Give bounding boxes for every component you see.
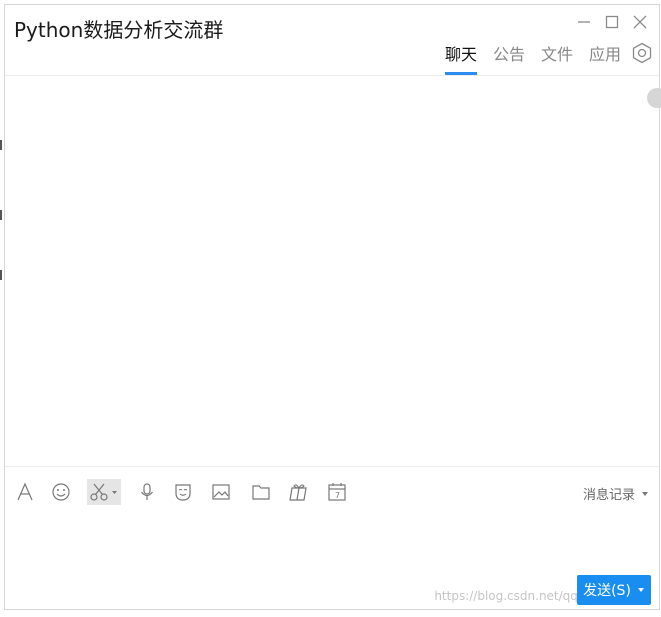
font-icon[interactable] xyxy=(13,479,37,505)
tab-chat[interactable]: 聊天 xyxy=(444,41,477,75)
minimize-button[interactable] xyxy=(575,13,593,31)
scroll-handle[interactable] xyxy=(647,88,661,108)
emoji-icon[interactable] xyxy=(49,479,73,505)
folder-icon[interactable] xyxy=(249,479,273,505)
tab-files[interactable]: 文件 xyxy=(541,41,573,75)
chevron-down-icon xyxy=(642,491,648,496)
send-label: 发送(S) xyxy=(583,583,631,599)
chat-window: Python数据分析交流群 聊天 公告 文件 应用 7 消息记录 https:/… xyxy=(4,4,661,611)
svg-text:7: 7 xyxy=(335,491,340,500)
title-bar: Python数据分析交流群 聊天 公告 文件 应用 xyxy=(5,5,659,76)
tab-announcement[interactable]: 公告 xyxy=(493,41,525,75)
calendar-icon[interactable]: 7 xyxy=(325,479,349,505)
edge-mark xyxy=(0,140,2,150)
window-title: Python数据分析交流群 xyxy=(14,18,224,42)
edge-mark xyxy=(0,210,2,220)
window-controls xyxy=(575,13,649,31)
input-toolbar: 7 消息记录 xyxy=(5,466,659,517)
message-area[interactable] xyxy=(5,76,661,466)
sticker-icon[interactable] xyxy=(171,479,195,505)
maximize-button[interactable] xyxy=(603,13,621,31)
message-input[interactable]: https://blog.csdn.net/qq_31331027 发送(S) xyxy=(5,517,659,611)
chat-tabs: 聊天 公告 文件 应用 xyxy=(429,41,653,75)
image-icon[interactable] xyxy=(209,479,233,505)
close-button[interactable] xyxy=(631,13,649,31)
microphone-icon[interactable] xyxy=(135,479,159,505)
scissors-icon[interactable] xyxy=(87,479,121,505)
settings-icon[interactable] xyxy=(631,42,653,64)
gift-icon[interactable] xyxy=(287,479,311,505)
chevron-down-icon[interactable] xyxy=(637,586,645,594)
left-edge-marks xyxy=(0,130,3,290)
message-history-button[interactable]: 消息记录 xyxy=(583,484,649,503)
send-button[interactable]: 发送(S) xyxy=(577,575,651,605)
history-label: 消息记录 xyxy=(582,488,635,503)
edge-mark xyxy=(0,270,2,280)
tab-apps[interactable]: 应用 xyxy=(589,41,621,75)
